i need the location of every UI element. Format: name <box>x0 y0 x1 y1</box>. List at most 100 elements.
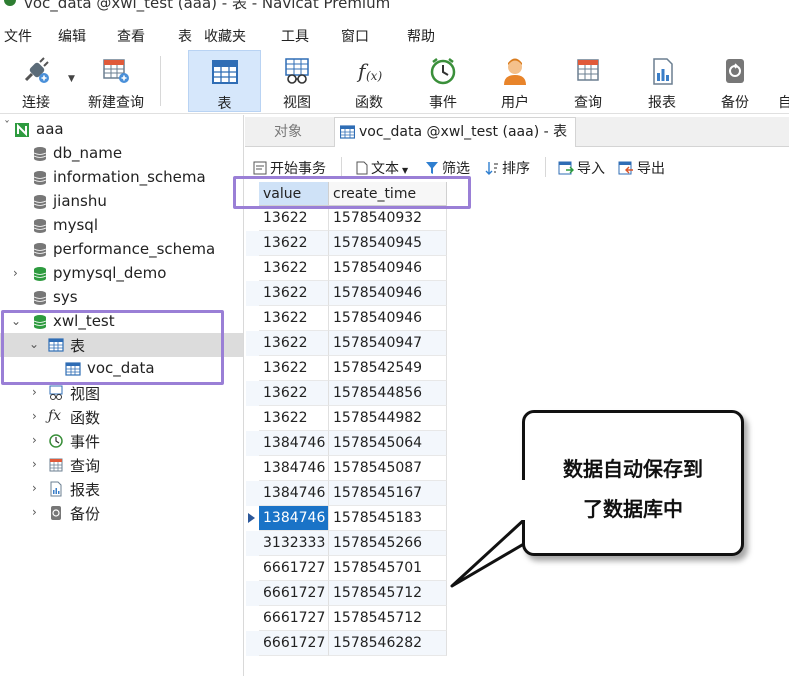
table-row[interactable]: 13622 1578540946 <box>246 256 447 281</box>
chevron-right-icon[interactable]: › <box>32 457 37 471</box>
chevron-right-icon[interactable]: › <box>32 433 37 447</box>
cell-create-time[interactable]: 1578545712 <box>329 581 447 606</box>
tree-db-information_schema[interactable]: information_schema <box>0 166 243 190</box>
cell-create-time[interactable]: 1578545087 <box>329 456 447 481</box>
cell-create-time[interactable]: 1578545712 <box>329 606 447 631</box>
table-row[interactable]: 1384746 1578545167 <box>246 481 447 506</box>
chevron-right-icon[interactable]: › <box>32 481 37 495</box>
cell-value[interactable]: 13622 <box>259 256 329 281</box>
query-button[interactable]: 查询 <box>553 50 623 112</box>
cell-value[interactable]: 13622 <box>259 406 329 431</box>
tree-db-sys[interactable]: sys <box>0 286 243 310</box>
import-button[interactable]: 导入 <box>558 158 605 178</box>
tree-events-folder[interactable]: › 事件 <box>0 429 243 453</box>
table-row[interactable]: 6661727 1578545712 <box>246 581 447 606</box>
table-row[interactable]: 13622 1578540932 <box>246 206 447 231</box>
user-button[interactable]: 用户 <box>480 50 550 112</box>
cell-create-time[interactable]: 1578540945 <box>329 231 447 256</box>
tree-functions-folder[interactable]: › ƒx 函数 <box>0 405 243 429</box>
menu-help[interactable]: 帮助 <box>407 26 435 46</box>
export-button[interactable]: 导出 <box>618 158 665 178</box>
chevron-right-icon[interactable]: › <box>32 409 37 423</box>
cell-value[interactable]: 13622 <box>259 331 329 356</box>
cell-create-time[interactable]: 1578540946 <box>329 281 447 306</box>
tree-connection-aaa[interactable]: ˇ aaa <box>0 118 243 142</box>
table-button[interactable]: 表 <box>188 50 261 112</box>
table-row[interactable]: 13622 1578540946 <box>246 281 447 306</box>
tree-db-performance_schema[interactable]: performance_schema <box>0 238 243 262</box>
table-row[interactable]: 13622 1578544982 <box>246 406 447 431</box>
tab-voc-data[interactable]: voc_data @xwl_test (aaa) - 表 <box>334 117 576 147</box>
cell-value[interactable]: 13622 <box>259 281 329 306</box>
cell-value[interactable]: 6661727 <box>259 581 329 606</box>
cell-value[interactable]: 6661727 <box>259 606 329 631</box>
table-row[interactable]: 6661727 1578546282 <box>246 631 447 656</box>
cell-create-time[interactable]: 1578545183 <box>329 506 447 531</box>
table-row[interactable]: 13622 1578540947 <box>246 331 447 356</box>
tree-db-mysql[interactable]: mysql <box>0 214 243 238</box>
view-button[interactable]: 视图 <box>262 50 332 112</box>
table-row[interactable]: 13622 1578540945 <box>246 231 447 256</box>
text-view-button[interactable]: 文本 ▼ <box>356 158 408 178</box>
table-row[interactable]: 6661727 1578545712 <box>246 606 447 631</box>
cell-create-time[interactable]: 1578545266 <box>329 531 447 556</box>
cell-create-time[interactable]: 1578545701 <box>329 556 447 581</box>
tab-objects[interactable]: 对象 <box>245 117 331 147</box>
cell-value[interactable]: 13622 <box>259 381 329 406</box>
table-row[interactable]: 13622 1578540946 <box>246 306 447 331</box>
chevron-right-icon[interactable]: › <box>32 505 37 519</box>
new-query-button[interactable]: 新建查询 <box>80 50 152 112</box>
cell-value[interactable]: 13622 <box>259 306 329 331</box>
chevron-right-icon[interactable]: › <box>13 266 18 280</box>
automation-button[interactable]: 自 <box>774 50 789 112</box>
chevron-down-icon[interactable]: ˇ <box>4 119 10 133</box>
table-row[interactable]: 6661727 1578545701 <box>246 556 447 581</box>
chevron-right-icon[interactable]: › <box>32 385 37 399</box>
sort-button[interactable]: 排序 <box>485 158 530 178</box>
menu-favorites[interactable]: 收藏夹 <box>204 26 246 46</box>
menu-table[interactable]: 表 <box>178 26 192 46</box>
report-button[interactable]: 报表 <box>627 50 697 112</box>
table-row[interactable]: 13622 1578542549 <box>246 356 447 381</box>
cell-value[interactable]: 1384746 <box>259 431 329 456</box>
cell-value[interactable]: 13622 <box>259 206 329 231</box>
cell-create-time[interactable]: 1578545167 <box>329 481 447 506</box>
cell-value[interactable]: 6661727 <box>259 556 329 581</box>
tree-reports-folder[interactable]: › 报表 <box>0 477 243 501</box>
menu-tools[interactable]: 工具 <box>281 26 309 46</box>
function-button[interactable]: f (x) 函数 <box>334 50 404 112</box>
tree-db-pymysql_demo[interactable]: › pymysql_demo <box>0 262 243 286</box>
cell-create-time[interactable]: 1578546282 <box>329 631 447 656</box>
filter-button[interactable]: 筛选 <box>425 158 470 178</box>
cell-value[interactable]: 1384746 <box>259 456 329 481</box>
table-row[interactable]: 3132333 1578545266 <box>246 531 447 556</box>
menu-edit[interactable]: 编辑 <box>58 26 86 46</box>
chevron-down-icon[interactable]: ▼ <box>68 74 75 84</box>
table-row[interactable]: 1384746 1578545064 <box>246 431 447 456</box>
cell-value[interactable]: 6661727 <box>259 631 329 656</box>
tree-db-db_name[interactable]: db_name <box>0 142 243 166</box>
menu-view[interactable]: 查看 <box>117 26 145 46</box>
chevron-down-icon[interactable]: ▼ <box>402 166 408 175</box>
cell-create-time[interactable]: 1578545064 <box>329 431 447 456</box>
cell-value[interactable]: 13622 <box>259 231 329 256</box>
event-button[interactable]: 事件 <box>408 50 478 112</box>
connect-button[interactable]: 连接 <box>6 50 66 112</box>
cell-create-time[interactable]: 1578542549 <box>329 356 447 381</box>
tree-backups-folder[interactable]: › 备份 <box>0 501 243 525</box>
menu-window[interactable]: 窗口 <box>341 26 369 46</box>
cell-value[interactable]: 3132333 <box>259 531 329 556</box>
backup-button[interactable]: 备份 <box>700 50 770 112</box>
menu-file[interactable]: 文件 <box>4 26 32 46</box>
table-row[interactable]: 1384746 1578545183 <box>246 506 447 531</box>
cell-value[interactable]: 13622 <box>259 356 329 381</box>
cell-value[interactable]: 1384746 <box>259 481 329 506</box>
tree-queries-folder[interactable]: › 查询 <box>0 453 243 477</box>
table-row[interactable]: 13622 1578544856 <box>246 381 447 406</box>
cell-create-time[interactable]: 1578540932 <box>329 206 447 231</box>
cell-create-time[interactable]: 1578540946 <box>329 306 447 331</box>
cell-create-time[interactable]: 1578544982 <box>329 406 447 431</box>
table-row[interactable]: 1384746 1578545087 <box>246 456 447 481</box>
cell-create-time[interactable]: 1578544856 <box>329 381 447 406</box>
tree-db-jianshu[interactable]: jianshu <box>0 190 243 214</box>
